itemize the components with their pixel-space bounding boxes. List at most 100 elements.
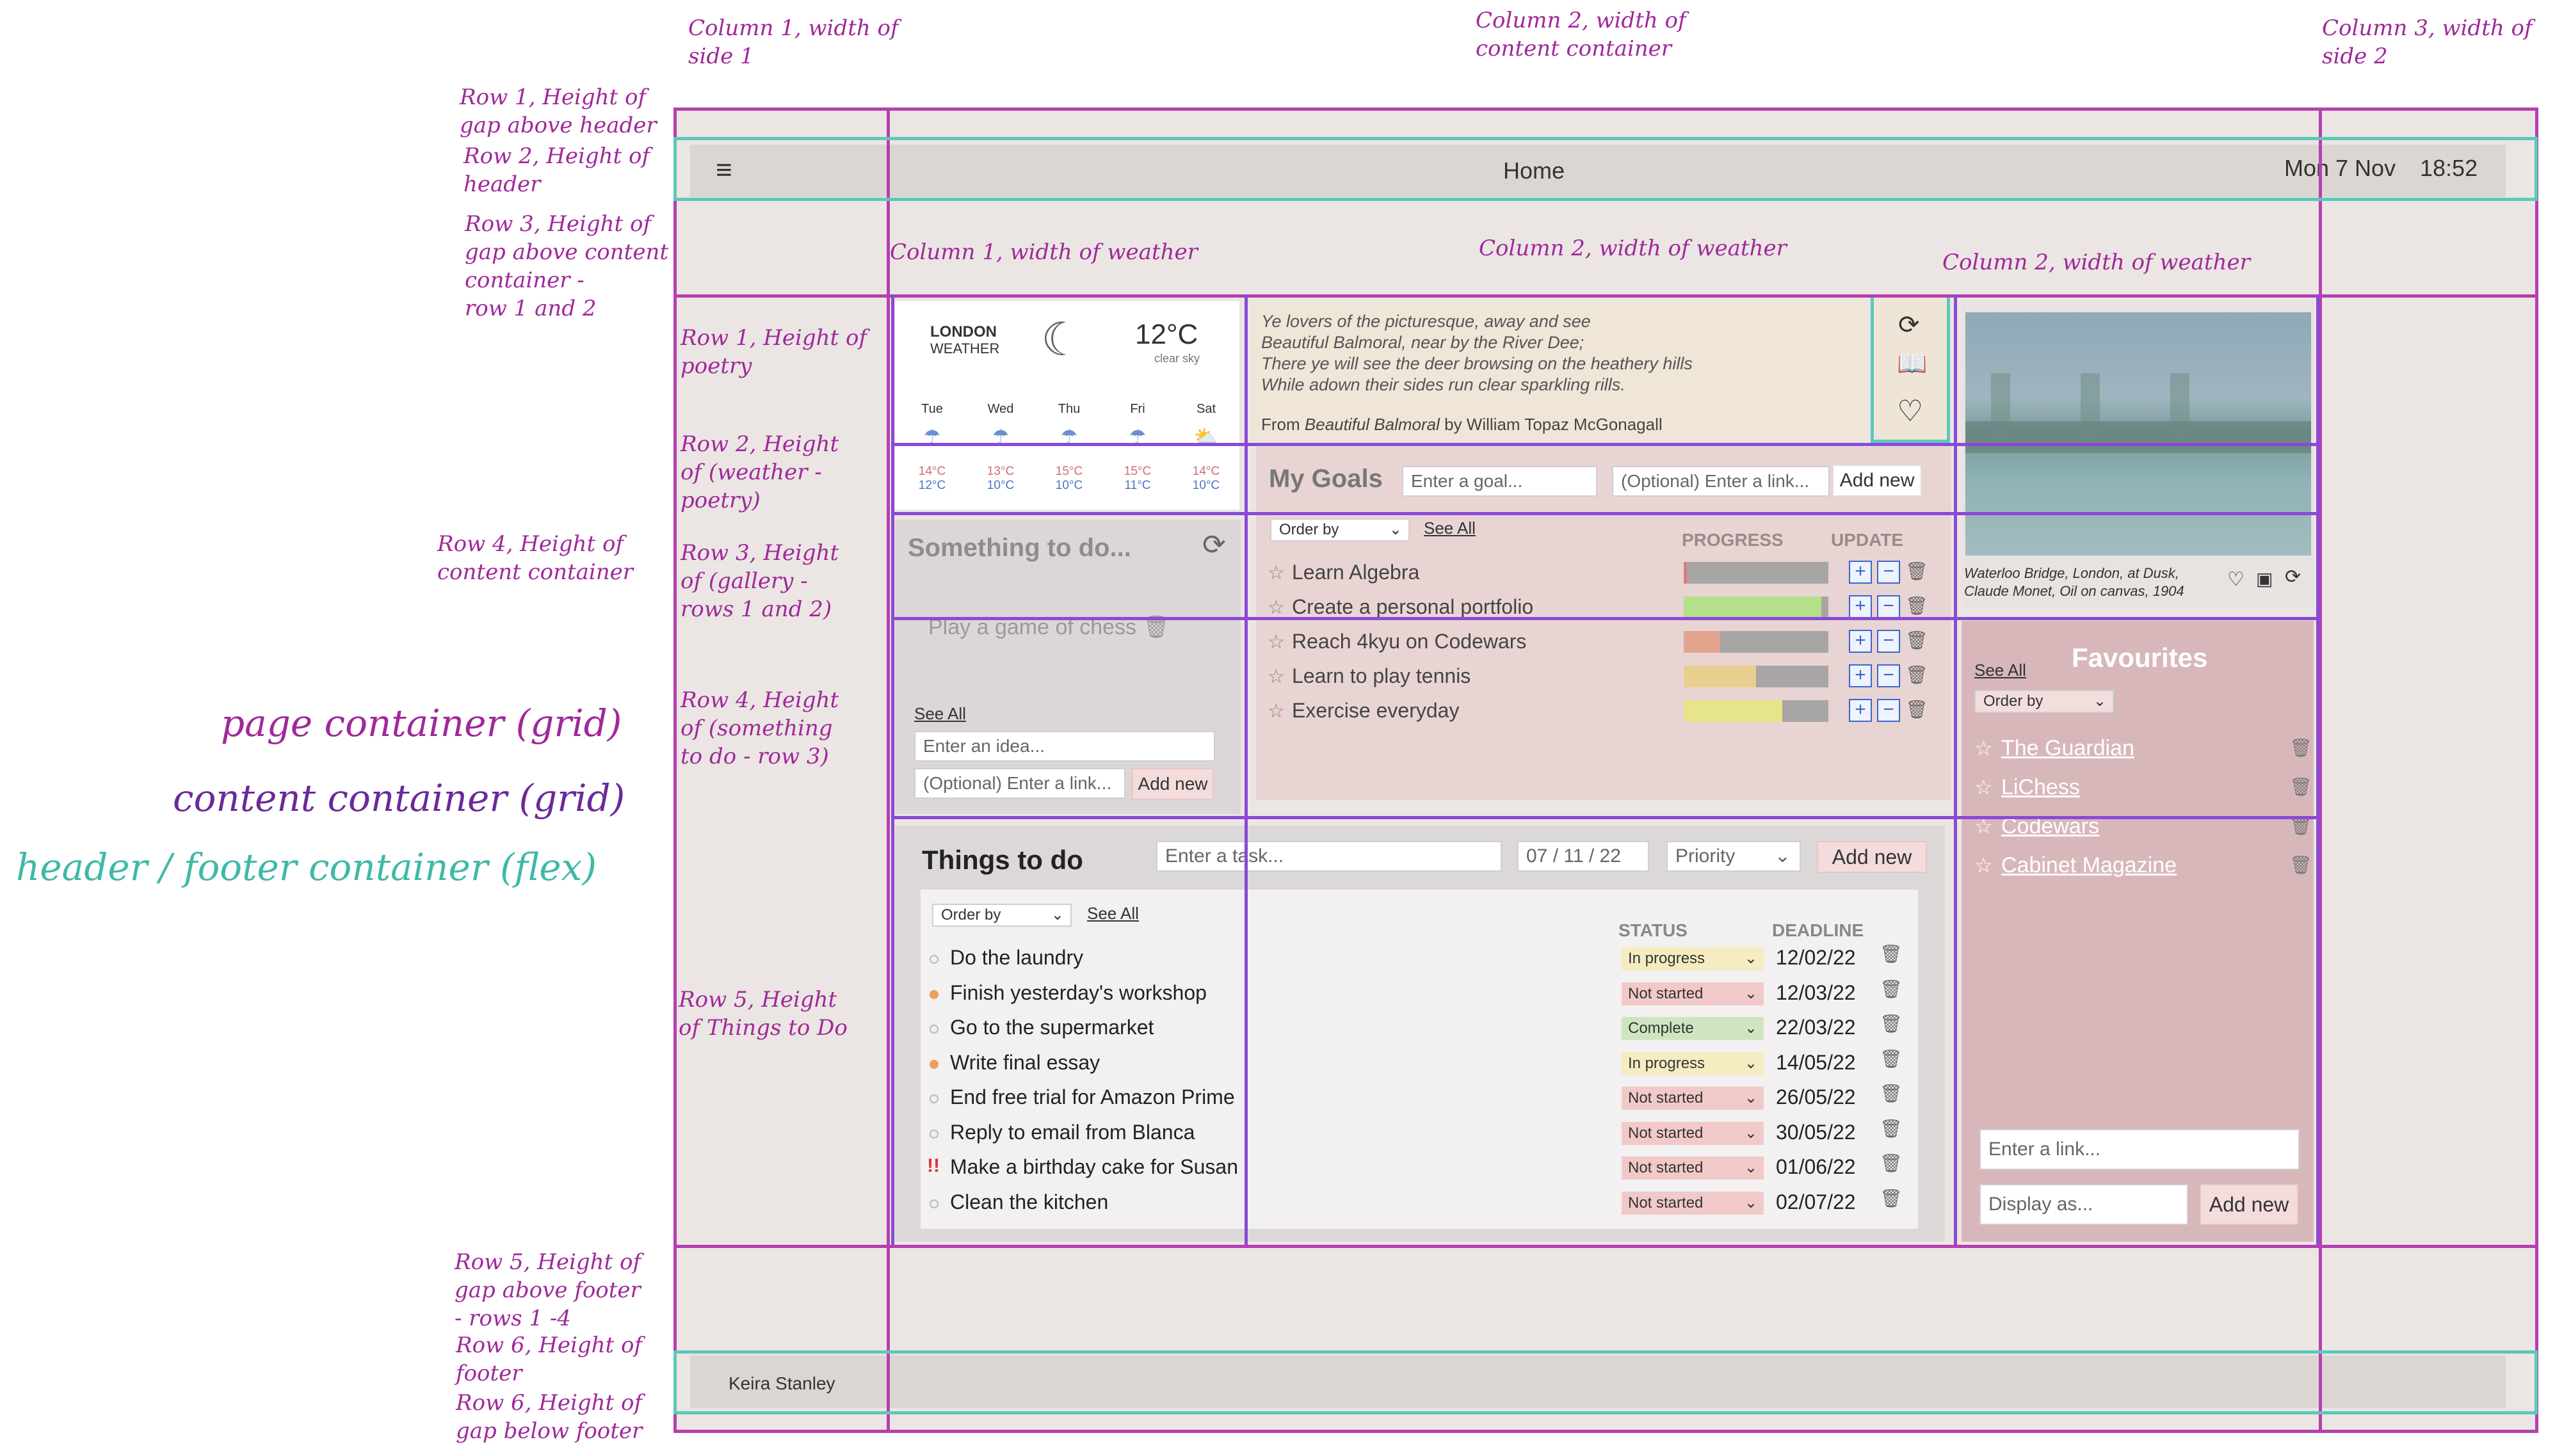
trash-icon[interactable]: 🗑 [1880, 1188, 1903, 1209]
minus-icon[interactable]: − [1877, 561, 1900, 584]
poem-line: Beautiful Balmoral, near by the River De… [1261, 333, 1584, 352]
plus-icon[interactable]: + [1849, 630, 1872, 653]
trash-icon[interactable]: 🗑 [1905, 561, 1928, 582]
task-name: Write final essay [950, 1050, 1100, 1074]
footer-container-outline [673, 1350, 2538, 1414]
annotation-weather-col-2: Column 2, width of weather [1479, 236, 1787, 261]
add-idea-button[interactable]: Add new [1132, 768, 1214, 800]
trash-icon[interactable]: 🗑 [1880, 1013, 1903, 1034]
favourites-order-select[interactable]: Order by ⌄ [1974, 690, 2114, 713]
chevron-down-icon: ⌄ [1744, 1020, 1757, 1037]
trash-icon[interactable]: 🗑 [1880, 1083, 1903, 1104]
book-icon[interactable]: 📖 [1897, 350, 1927, 378]
goals-see-all-link[interactable]: See All [1424, 518, 1476, 538]
date-input[interactable]: 07 / 11 / 22 [1517, 841, 1649, 872]
task-name: Do the laundry [950, 946, 1084, 969]
status-select[interactable]: Not started ⌄ [1622, 1156, 1764, 1180]
task-name: Finish yesterday's workshop [950, 980, 1207, 1004]
trash-icon[interactable]: 🗑 [1880, 1153, 1903, 1174]
status-select[interactable]: Not started ⌄ [1622, 1087, 1764, 1110]
trash-icon[interactable]: 🗑 [1880, 1118, 1903, 1139]
status-select[interactable]: In progress ⌄ [1622, 947, 1764, 970]
favourite-link[interactable]: The Guardian [2001, 736, 2134, 761]
favourites-see-all-link[interactable]: See All [1974, 660, 2026, 680]
refresh-icon[interactable]: ⟳ [2285, 566, 2301, 588]
trash-icon[interactable]: 🗑 [1880, 943, 1903, 964]
priority-select[interactable]: Priority ⌄ [1666, 841, 1801, 872]
table-row: Reply to email from Blanca Not started ⌄ 30… [921, 1118, 1918, 1149]
see-all-link[interactable]: See All [914, 704, 966, 724]
forecast-low: 11°C [1124, 479, 1151, 492]
todo-see-all-link[interactable]: See All [1087, 904, 1139, 924]
trash-icon[interactable]: 🗑 [1905, 595, 1928, 616]
progress-fill [1684, 596, 1821, 618]
goals-order-select[interactable]: Order by ⌄ [1270, 518, 1410, 541]
image-icon[interactable]: ▣ [2256, 568, 2273, 589]
trash-icon[interactable]: 🗑 [2289, 854, 2312, 876]
task-name: Go to the supermarket [950, 1016, 1154, 1039]
heart-icon[interactable]: ♡ [1897, 394, 1923, 428]
task-name: Make a birthday cake for Susan [950, 1155, 1239, 1178]
status-select[interactable]: Not started ⌄ [1622, 1191, 1764, 1215]
annotation-column-1: Column 1, width of side 1 [688, 15, 899, 69]
poem-source: From Beautiful Balmoral by William Topaz… [1261, 415, 1663, 434]
add-goal-button[interactable]: Add new [1832, 465, 1922, 497]
star-icon[interactable]: ☆ [1974, 853, 1993, 877]
task-input[interactable]: Enter a task... [1156, 841, 1502, 872]
plus-icon[interactable]: + [1849, 595, 1872, 618]
grid-line [891, 294, 894, 1245]
fav-display-input[interactable]: Display as... [1979, 1184, 2188, 1225]
favourite-link[interactable]: Cabinet Magazine [2001, 853, 2177, 878]
status-select[interactable]: Not started ⌄ [1622, 1121, 1764, 1145]
trash-icon[interactable]: 🗑 [1880, 979, 1903, 1000]
star-icon[interactable]: ☆ [1974, 775, 1993, 799]
status-select[interactable]: Not started ⌄ [1622, 982, 1764, 1005]
star-icon[interactable]: ☆ [1268, 666, 1285, 688]
goal-link-input[interactable]: (Optional) Enter a link... [1612, 466, 1830, 497]
todo-order-select[interactable]: Order by ⌄ [932, 904, 1072, 927]
star-icon[interactable]: ☆ [1268, 562, 1285, 584]
favourite-link[interactable]: LiChess [2001, 775, 2080, 800]
task-name: Clean the kitchen [950, 1190, 1109, 1213]
plus-icon[interactable]: + [1849, 699, 1872, 722]
table-row: Go to the supermarket Complete ⌄ 22/03/22 🗑 [921, 1013, 1918, 1044]
status-select[interactable]: In progress ⌄ [1622, 1052, 1764, 1075]
trash-icon[interactable]: 🗑 [2289, 737, 2312, 758]
star-icon[interactable]: ☆ [1268, 631, 1285, 653]
star-icon[interactable]: ☆ [1268, 596, 1285, 619]
heart-icon[interactable]: ♡ [2227, 568, 2245, 591]
forecast-high: 14°C [918, 465, 946, 478]
star-icon[interactable]: ☆ [1974, 736, 1993, 760]
goal-input[interactable]: Enter a goal... [1402, 466, 1597, 497]
favourites-title: Favourites [2072, 643, 2208, 673]
minus-icon[interactable]: − [1877, 595, 1900, 618]
forecast-day: Tue [921, 402, 943, 416]
plus-icon[interactable]: + [1849, 664, 1872, 687]
trash-icon[interactable]: 🗑 [1880, 1048, 1903, 1069]
priority-dot [930, 989, 939, 999]
trash-icon[interactable]: 🗑 [1905, 664, 1928, 685]
star-icon[interactable]: ☆ [1268, 700, 1285, 723]
plus-icon[interactable]: + [1849, 561, 1872, 584]
deadline: 12/03/22 [1776, 980, 1856, 1004]
forecast-day: Wed [987, 402, 1014, 416]
trash-icon[interactable]: 🗑 [1905, 630, 1928, 651]
add-task-button[interactable]: Add new [1817, 841, 1927, 873]
trash-icon[interactable]: 🗑 [1905, 699, 1928, 720]
status-select[interactable]: Complete ⌄ [1622, 1017, 1764, 1040]
add-favourite-button[interactable]: Add new [2200, 1184, 2298, 1225]
minus-icon[interactable]: − [1877, 664, 1900, 687]
header-container-outline [673, 137, 2538, 201]
refresh-icon[interactable]: ⟳ [1898, 310, 1920, 340]
idea-input[interactable]: Enter an idea... [914, 731, 1215, 762]
progress-bar [1684, 596, 1828, 618]
grid-line [887, 108, 890, 1432]
minus-icon[interactable]: − [1877, 630, 1900, 653]
deadline: 12/02/22 [1776, 946, 1856, 969]
minus-icon[interactable]: − [1877, 699, 1900, 722]
fav-link-input[interactable]: Enter a link... [1979, 1129, 2300, 1170]
refresh-icon[interactable]: ⟳ [1202, 529, 1226, 561]
idea-link-input[interactable]: (Optional) Enter a link... [914, 768, 1125, 799]
trash-icon[interactable]: 🗑 [2289, 776, 2312, 797]
status-label: In progress [1628, 950, 1705, 967]
